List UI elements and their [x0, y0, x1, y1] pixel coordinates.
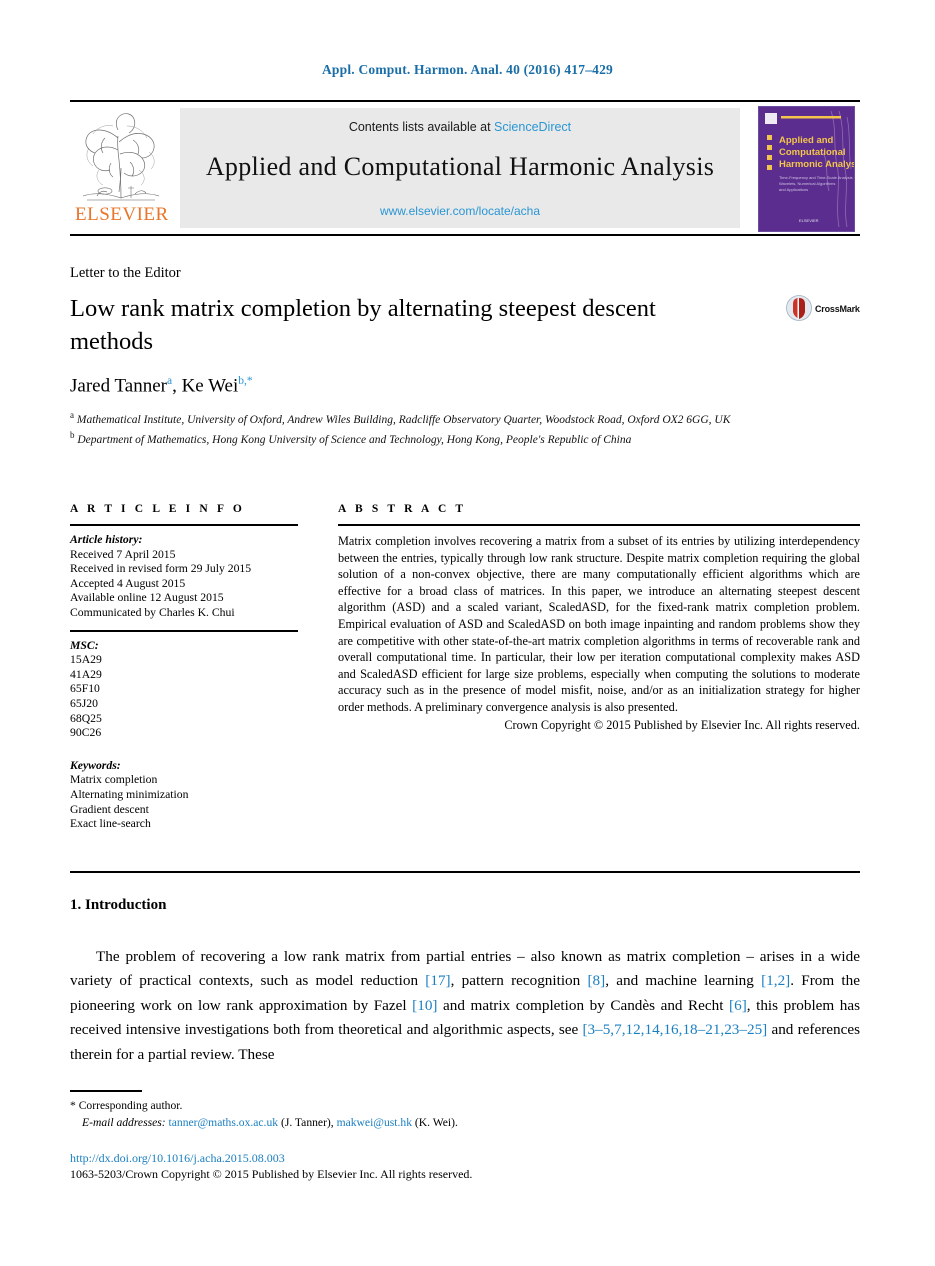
author-name-2: Ke Wei — [181, 375, 239, 397]
article-info-column: A R T I C L E I N F O Article history: R… — [70, 503, 298, 832]
abstract-text: Matrix completion involves recovering a … — [338, 534, 860, 714]
keywords-block: Keywords: Matrix completion Alternating … — [70, 759, 298, 832]
abstract-rule — [338, 524, 860, 526]
msc-code: 15A29 — [70, 653, 102, 667]
svg-text:Harmonic Analysis: Harmonic Analysis — [779, 159, 854, 170]
paper-page: Appl. Comput. Harmon. Anal. 40 (2016) 41… — [0, 0, 935, 1266]
svg-text:Time-Frequency and Time-Scale: Time-Frequency and Time-Scale Analysis — [779, 175, 853, 180]
contents-list-line: Contents lists available at ScienceDirec… — [180, 120, 740, 134]
author-1-affiliation-marker[interactable]: a — [167, 375, 172, 387]
email-link-1[interactable]: tanner@maths.ox.ac.uk — [169, 1116, 279, 1129]
affiliation-b-text: Department of Mathematics, Hong Kong Uni… — [77, 433, 632, 446]
msc-code: 41A29 — [70, 667, 102, 681]
history-item: Accepted 4 August 2015 — [70, 576, 186, 590]
affiliation-b-marker: b — [70, 429, 75, 440]
msc-block: MSC: 15A29 41A29 65F10 65J20 68Q25 90C26 — [70, 639, 298, 741]
article-history-block: Article history: Received 7 April 2015 R… — [70, 533, 298, 621]
history-item: Received in revised form 29 July 2015 — [70, 562, 252, 576]
email-addresses-note: E-mail addresses: tanner@maths.ox.ac.uk … — [82, 1115, 458, 1129]
keywords-label: Keywords: — [70, 758, 121, 772]
msc-label: MSC: — [70, 638, 99, 652]
article-info-rule-mid — [70, 629, 298, 632]
article-history-label: Article history: — [70, 533, 143, 546]
elsevier-logo: ELSEVIER — [75, 108, 169, 228]
document-type-label: Letter to the Editor — [70, 265, 181, 281]
crossmark-label: CrossMark — [815, 304, 860, 314]
affiliation-b: b Department of Mathematics, Hong Kong U… — [70, 428, 770, 448]
para-text: , and machine learning — [605, 972, 762, 990]
article-info-heading: A R T I C L E I N F O — [70, 503, 245, 515]
email-link-2[interactable]: makwei@ust.hk — [337, 1116, 412, 1129]
email-owner-2: (K. Wei) — [414, 1115, 455, 1129]
msc-code: 65F10 — [70, 682, 100, 696]
citation-link[interactable]: [17] — [425, 972, 450, 989]
corresponding-marker: * — [70, 1099, 76, 1112]
keyword-item: Gradient descent — [70, 802, 149, 816]
page-title: Low rank matrix completion by alternatin… — [70, 295, 656, 355]
affiliation-a-text: Mathematical Institute, University of Ox… — [76, 413, 731, 426]
affiliation-a-marker: a — [70, 410, 74, 420]
history-item: Communicated by Charles K. Chui — [70, 605, 235, 619]
svg-text:Computational: Computational — [779, 147, 846, 158]
svg-text:Applied and: Applied and — [779, 135, 834, 146]
issn-copyright-line: 1063-5203/Crown Copyright © 2015 Publish… — [70, 1167, 473, 1181]
email-owner-1: (J. Tanner) — [280, 1115, 331, 1129]
corresponding-text: Corresponding author. — [78, 1099, 183, 1112]
crossmark-badge[interactable]: CrossMark — [786, 295, 860, 323]
author-name-1: Jared Tanner — [70, 375, 167, 397]
footnote-rule — [70, 1090, 142, 1092]
svg-text:ELSEVIER: ELSEVIER — [799, 218, 819, 223]
elsevier-tree-icon — [75, 108, 167, 204]
keyword-item: Alternating minimization — [70, 787, 189, 801]
contents-prefix: Contents lists available at — [348, 120, 495, 134]
msc-code: 90C26 — [70, 726, 102, 740]
citation-link[interactable]: [3–5,7,12,14,16,18–21,23–25] — [582, 1021, 767, 1038]
running-head: Appl. Comput. Harmon. Anal. 40 (2016) 41… — [321, 62, 614, 77]
article-info-rule-top — [70, 524, 298, 526]
para-text: and matrix completion by Candès and Rech… — [437, 996, 730, 1014]
journal-homepage-link[interactable]: www.elsevier.com/locate/acha — [180, 204, 740, 218]
citation-link[interactable]: [10] — [412, 997, 437, 1014]
doi-link[interactable]: http://dx.doi.org/10.1016/j.acha.2015.08… — [70, 1151, 285, 1166]
section-separator-rule — [70, 871, 860, 873]
svg-text:Wavelets, Numerical Algorithms: Wavelets, Numerical Algorithms — [779, 181, 835, 186]
masthead-bottom-rule — [70, 234, 860, 236]
elsevier-wordmark: ELSEVIER — [75, 204, 169, 225]
author-list: Jared Tannera, Ke Weib,* — [70, 375, 253, 397]
section-heading-introduction: 1. Introduction — [70, 897, 167, 913]
svg-text:and Applications: and Applications — [779, 187, 808, 192]
history-item: Available online 12 August 2015 — [70, 591, 224, 605]
journal-title: Applied and Computational Harmonic Analy… — [205, 152, 715, 181]
footnote-block: * Corresponding author. E-mail addresses… — [70, 1098, 860, 1131]
journal-cover-thumbnail: Applied and Computational Harmonic Analy… — [758, 106, 855, 232]
citation-link[interactable]: [6] — [729, 997, 747, 1014]
affiliation-list: a Mathematical Institute, University of … — [70, 408, 770, 448]
journal-masthead: ELSEVIER Contents lists available at Sci… — [70, 100, 860, 236]
masthead-top-rule — [70, 100, 860, 102]
crossmark-icon — [786, 295, 812, 321]
msc-code: 65J20 — [70, 696, 98, 710]
para-text: , pattern recognition — [450, 972, 588, 990]
sciencedirect-link[interactable]: ScienceDirect — [494, 120, 571, 134]
msc-code: 68Q25 — [70, 711, 102, 725]
journal-band: Contents lists available at ScienceDirec… — [180, 108, 740, 228]
introduction-paragraph: The problem of recovering a low rank mat… — [70, 945, 860, 1067]
author-2-affiliation-marker[interactable]: b,* — [238, 375, 252, 387]
keyword-item: Exact line-search — [70, 817, 151, 831]
history-item: Received 7 April 2015 — [70, 547, 176, 561]
email-label: E-mail addresses: — [82, 1115, 166, 1129]
abstract-heading: A B S T R A C T — [338, 503, 467, 515]
citation-link[interactable]: [1,2] — [761, 972, 790, 989]
keyword-item: Matrix completion — [70, 773, 158, 787]
citation-link[interactable]: [8] — [587, 972, 605, 989]
affiliation-a: a Mathematical Institute, University of … — [70, 408, 770, 428]
abstract-copyright: Crown Copyright © 2015 Published by Else… — [504, 717, 860, 732]
corresponding-author-note: * Corresponding author. — [70, 1098, 860, 1115]
abstract-column: A B S T R A C T Matrix completion involv… — [338, 503, 860, 733]
